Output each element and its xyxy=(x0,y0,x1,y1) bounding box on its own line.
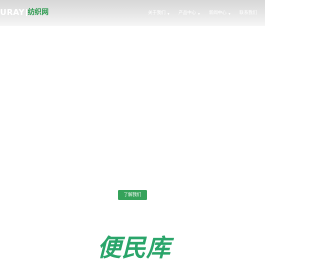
nav-item-contact[interactable]: 联系我们 xyxy=(239,10,257,16)
nav-item-label: 产品中心 xyxy=(178,11,197,16)
nav-item-label: 新闻中心 xyxy=(208,11,227,16)
site-logo[interactable]: URAY 纺织网 xyxy=(0,6,49,18)
main-nav: 关于我们 ▾ 产品中心 ▾ 新闻中心 ▾ 联系我们 xyxy=(139,9,257,17)
header-bar: URAY 纺织网 关于我们 ▾ 产品中心 ▾ 新闻中心 ▾ 联系我们 xyxy=(0,0,265,26)
learn-more-button[interactable]: 了解我们 xyxy=(118,190,147,200)
chevron-down-icon: ▾ xyxy=(228,10,231,16)
nav-item-label: 联系我们 xyxy=(239,11,257,16)
nav-item-about[interactable]: 关于我们 ▾ xyxy=(147,10,170,17)
chevron-down-icon: ▾ xyxy=(167,10,170,16)
logo-wordmark: URAY xyxy=(0,7,25,17)
chevron-down-icon: ▾ xyxy=(198,10,200,16)
logo-chinese-name: 纺织网 xyxy=(27,8,49,16)
nav-item-news[interactable]: 新闻中心 ▾ xyxy=(208,10,231,17)
nav-item-label: 关于我们 xyxy=(147,11,166,16)
logo-divider xyxy=(25,8,27,16)
watermark-text: 便民库 xyxy=(97,234,171,262)
nav-item-products[interactable]: 产品中心 ▾ xyxy=(178,10,200,17)
